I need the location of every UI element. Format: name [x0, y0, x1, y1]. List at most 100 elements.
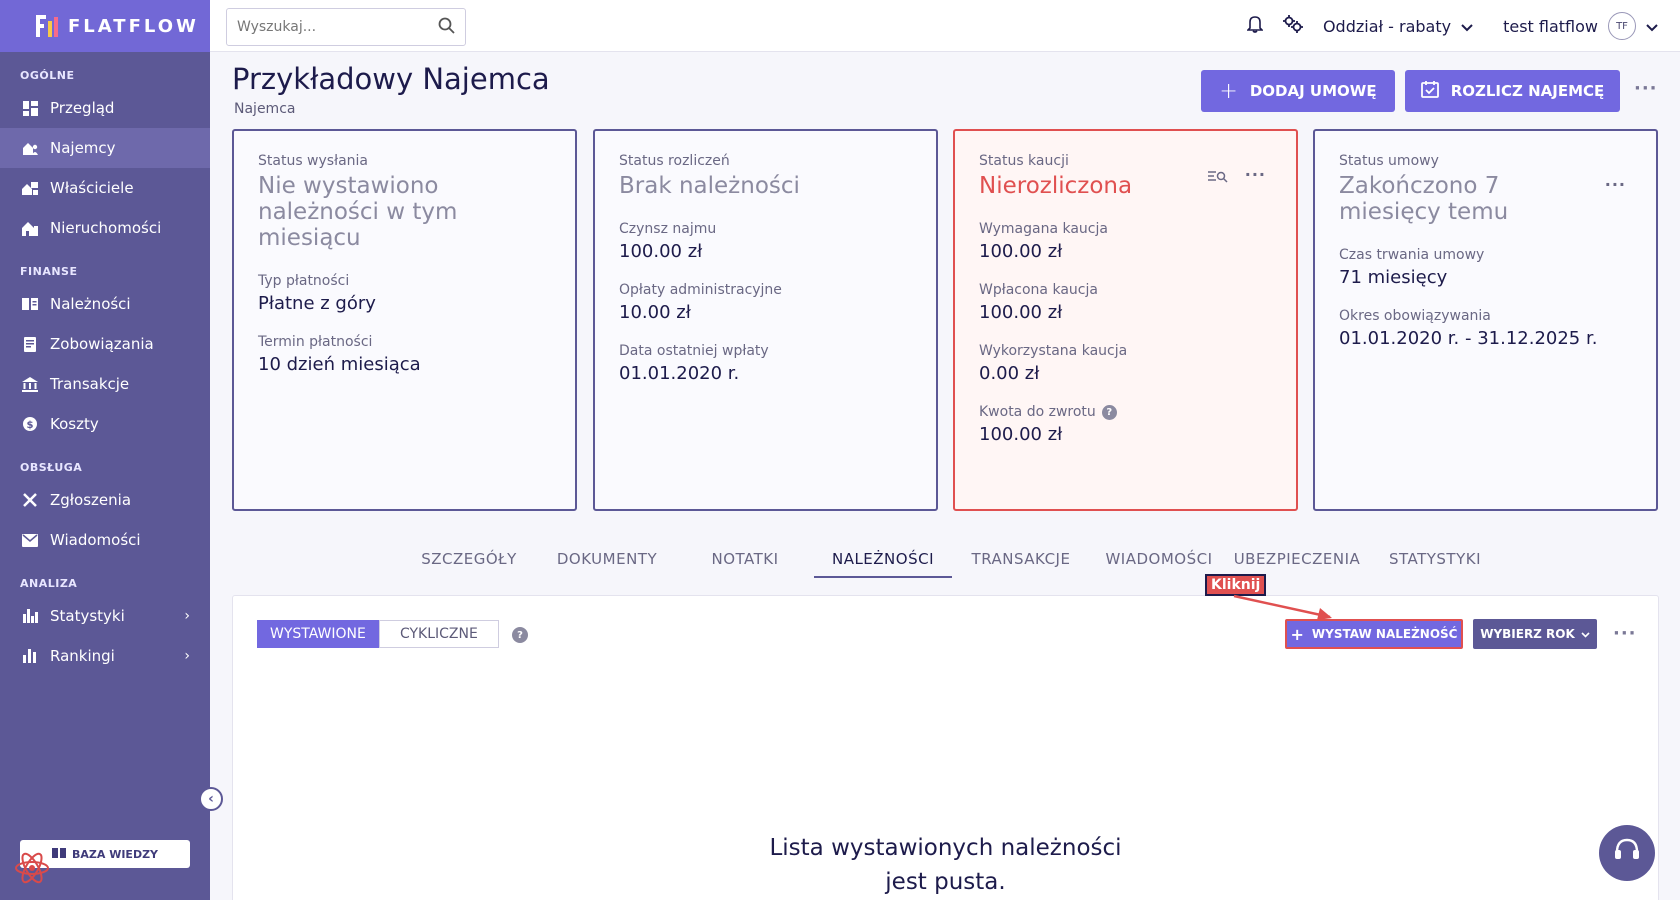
empty-state-message: Lista wystawionych należności jest pusta…	[233, 831, 1658, 899]
sidebar-item-rankingi[interactable]: Rankingi ›	[0, 636, 210, 676]
tab-naleznosci[interactable]: NALEŻNOŚCI	[814, 546, 952, 578]
field-value: 100.00 zł	[979, 424, 1063, 445]
chevron-left-icon: ‹	[208, 791, 214, 807]
sidebar-item-label: Rankingi	[50, 647, 115, 665]
add-contract-label: DODAJ UMOWĘ	[1249, 82, 1377, 100]
field-label: Okres obowiązywania	[1339, 308, 1491, 324]
dashboard-icon	[22, 100, 38, 116]
logo-icon	[36, 15, 58, 37]
search-input[interactable]	[237, 19, 427, 35]
card-title: Status wysłania	[258, 153, 368, 169]
question-icon[interactable]: ?	[1101, 404, 1117, 420]
page-subtitle: Najemca	[234, 101, 296, 117]
search-icon[interactable]	[438, 17, 455, 38]
card-title: Status umowy	[1339, 153, 1439, 169]
tab-dokumenty[interactable]: DOKUMENTY	[538, 546, 676, 578]
field-value: 01.01.2020 r.	[619, 363, 740, 384]
chevron-right-icon: ›	[184, 608, 190, 624]
settle-tenant-label: ROZLICZ NAJEMCĘ	[1450, 82, 1605, 100]
toggle-issued[interactable]: WYSTAWIONE	[257, 620, 379, 648]
select-year-button[interactable]: WYBIERZ ROK	[1473, 619, 1597, 649]
sidebar-item-wiadomosci[interactable]: Wiadomości	[0, 520, 210, 560]
settle-tenant-button[interactable]: ROZLICZ NAJEMCĘ	[1405, 70, 1620, 112]
card-status: Zakończono 7 miesięcy temu	[1339, 173, 1632, 225]
field-value: 100.00 zł	[979, 241, 1063, 262]
section-analiza: ANALIZA	[20, 577, 78, 590]
empty-line: jest pusta.	[885, 869, 1006, 895]
sidebar-item-wlasciciele[interactable]: Właściciele	[0, 168, 210, 208]
tab-statystyki[interactable]: STATYSTYKI	[1366, 546, 1504, 578]
field-label: Wymagana kaucja	[979, 221, 1108, 237]
field-value: 0.00 zł	[979, 363, 1040, 384]
sidebar-item-zobowiazania[interactable]: Zobowiązania	[0, 324, 210, 364]
tools-icon	[22, 492, 38, 508]
list-search-icon[interactable]	[1208, 169, 1228, 188]
field-value: 10 dzień miesiąca	[258, 354, 421, 375]
field-label: Opłaty administracyjne	[619, 282, 782, 298]
sidebar-item-label: Koszty	[50, 415, 99, 433]
status-line: należności w tym	[258, 199, 458, 225]
tenant-icon	[22, 140, 38, 156]
annotation-arrow-icon	[1233, 594, 1332, 620]
sidebar-item-label: Transakcje	[50, 375, 130, 393]
card-contract-status: Status umowy Zakończono 7 miesięcy temu …	[1313, 129, 1658, 511]
field-value: 71 miesięcy	[1339, 267, 1448, 288]
topbar: Oddział - rabaty test flatflow TF	[210, 0, 1680, 52]
add-contract-button[interactable]: + DODAJ UMOWĘ	[1201, 70, 1395, 112]
bell-icon[interactable]	[1246, 15, 1264, 38]
field-value: 01.01.2020 r. - 31.12.2025 r.	[1339, 328, 1598, 349]
tab-transakcje[interactable]: TRANSAKCJE	[952, 546, 1090, 578]
sidebar-item-label: Zobowiązania	[50, 335, 154, 353]
question-icon[interactable]: ?	[512, 627, 528, 643]
sidebar-item-zgloszenia[interactable]: Zgłoszenia	[0, 480, 210, 520]
sidebar-item-statystyki[interactable]: Statystyki ›	[0, 596, 210, 636]
status-line: Zakończono 7	[1339, 173, 1500, 199]
card-settlement-status: Status rozliczeń Brak należności Czynsz …	[593, 129, 938, 511]
chevron-down-icon	[1581, 627, 1590, 641]
issue-receivable-label: WYSTAW NALEŻNOŚĆ	[1311, 627, 1458, 641]
bar-chart-icon	[22, 608, 38, 624]
chevron-down-icon	[1646, 17, 1658, 36]
sidebar-item-label: Należności	[50, 295, 131, 313]
sidebar-collapse-button[interactable]: ‹	[199, 787, 223, 811]
section-obsluga: OBSŁUGA	[20, 461, 83, 474]
card-status: Nierozliczona	[979, 173, 1133, 199]
field-label: Termin płatności	[258, 334, 373, 350]
field-label: Data ostatniej wpłaty	[619, 343, 769, 359]
user-menu[interactable]: test flatflow TF	[1503, 12, 1658, 40]
sidebar-item-label: Zgłoszenia	[50, 491, 132, 509]
card-deposit-status: Status kaucji Nierozliczona ··· Wymagana…	[953, 129, 1298, 511]
search-box[interactable]	[226, 8, 466, 46]
sidebar-item-naleznosci[interactable]: Należności	[0, 284, 210, 324]
sidebar-item-koszty[interactable]: $ Koszty	[0, 404, 210, 444]
section-ogolne: OGÓLNE	[20, 69, 75, 82]
more-options-icon[interactable]: ···	[1613, 623, 1637, 644]
sidebar-item-najemcy[interactable]: Najemcy	[0, 128, 210, 168]
sidebar-item-label: Wiadomości	[50, 531, 141, 549]
plus-icon: +	[1219, 78, 1238, 104]
more-options-icon[interactable]: ···	[1634, 78, 1658, 99]
logo-text: FLATFLOW	[68, 15, 199, 37]
click-annotation: Kliknij	[1205, 574, 1267, 596]
branch-selector[interactable]: Oddział - rabaty	[1323, 17, 1473, 36]
svg-text:$: $	[27, 420, 34, 431]
page-title: Przykładowy Najemca	[232, 62, 550, 96]
tab-szczegoly[interactable]: SZCZEGÓŁY	[400, 546, 538, 578]
sidebar-item-nieruchomosci[interactable]: Nieruchomości	[0, 208, 210, 248]
sidebar-item-transakcje[interactable]: Transakcje	[0, 364, 210, 404]
sidebar-item-przeglad[interactable]: Przegląd	[0, 88, 210, 128]
field-label: Czas trwania umowy	[1339, 247, 1485, 263]
react-devtools-icon[interactable]	[12, 848, 52, 888]
tab-notatki[interactable]: NOTATKI	[676, 546, 814, 578]
gears-icon[interactable]	[1282, 14, 1303, 38]
logo[interactable]: FLATFLOW	[0, 0, 210, 52]
field-value: 100.00 zł	[619, 241, 703, 262]
support-chat-button[interactable]	[1599, 825, 1655, 881]
toggle-cyclic[interactable]: CYKLICZNE	[378, 620, 499, 648]
field-value: 100.00 zł	[979, 302, 1063, 323]
field-label: Wykorzystana kaucja	[979, 343, 1128, 359]
more-options-icon[interactable]: ···	[1245, 165, 1266, 184]
field-label: Kwota do zwrotu	[979, 404, 1096, 420]
receivables-icon	[22, 296, 38, 312]
more-options-icon[interactable]: ···	[1605, 175, 1626, 194]
